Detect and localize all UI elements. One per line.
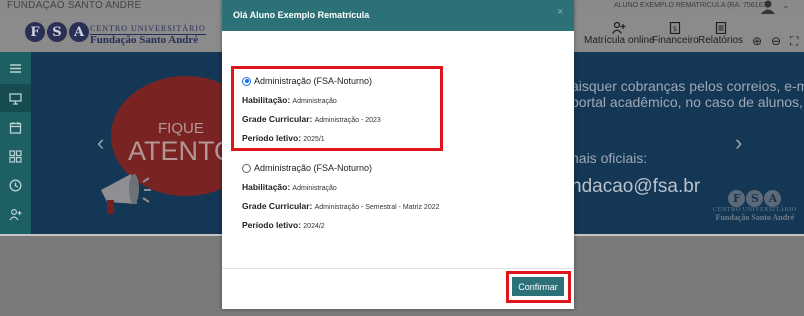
course-selection-modal: Olá Aluno Exemplo Rematrícula × Administ…	[222, 0, 574, 309]
user-name[interactable]: ALUNO EXEMPLO REMATRÍCULA (RA: 756163)	[614, 2, 769, 9]
sidebar-calendar[interactable]	[0, 113, 31, 141]
sidebar-clock[interactable]	[0, 171, 31, 199]
periodo-value: 2024/2	[303, 223, 325, 230]
menu-icon	[10, 63, 21, 73]
highlight-box-confirm	[506, 271, 571, 303]
calendar-icon	[9, 121, 22, 134]
dollar-doc-icon: $	[670, 22, 681, 34]
banner-logo: F S A CENTRO UNIVERSITÁRIO Fundação Sant…	[713, 190, 797, 222]
radio-course-2[interactable]	[242, 163, 251, 173]
logo-fsa: F S A	[25, 22, 89, 42]
banner-text-line-1: aisquer cobranças pelos correios, e-mail…	[571, 78, 804, 94]
nav-matricula-online[interactable]: Matrícula online	[584, 22, 655, 46]
course-option-2[interactable]: Administração (FSA-Noturno) Habilitação:…	[242, 163, 440, 230]
nav-financeiro[interactable]: $ Financeiro	[652, 22, 699, 46]
grid-icon	[9, 149, 22, 163]
carousel-next-icon[interactable]: ›	[735, 130, 742, 156]
banner-email: ndacao@fsa.br	[571, 176, 701, 197]
sidebar-user-add[interactable]	[0, 200, 31, 228]
modal-header: Olá Aluno Exemplo Rematrícula ×	[222, 0, 574, 31]
institution-name: FUNDAÇÃO SANTO ANDRÉ	[7, 0, 142, 11]
report-doc-icon	[715, 22, 726, 34]
carousel-prev-icon[interactable]: ‹	[97, 130, 104, 156]
nav-relatorios[interactable]: Relatórios	[698, 22, 743, 46]
grade-label: Grade Curricular:	[242, 201, 313, 211]
expand-icon[interactable]: ⛶	[790, 34, 798, 49]
sidebar-monitor[interactable]	[0, 84, 31, 112]
zoom-in-icon[interactable]: ⊕	[752, 34, 762, 48]
course-option-title: Administração (FSA-Noturno)	[254, 163, 373, 173]
user-plus-icon	[612, 22, 626, 34]
user-add-icon	[9, 208, 22, 220]
habilitacao-value: Administração	[292, 185, 337, 192]
banner-text-line-2: portal acadêmico, no caso de alunos, ou	[571, 94, 804, 110]
banner-text-oficiais: nais oficiais:	[571, 150, 648, 166]
svg-text:$: $	[673, 25, 677, 33]
highlight-box-selected-course	[231, 66, 443, 151]
periodo-label: Período letivo:	[242, 220, 302, 230]
sidebar-grid[interactable]	[0, 142, 31, 170]
clock-icon	[9, 179, 22, 191]
user-avatar-icon[interactable]	[760, 0, 776, 14]
close-icon[interactable]: ×	[557, 6, 563, 18]
sidebar	[0, 52, 31, 234]
monitor-icon	[9, 92, 22, 105]
habilitacao-label: Habilitação:	[242, 182, 291, 192]
sidebar-menu[interactable]	[0, 54, 31, 82]
megaphone-icon	[101, 174, 151, 214]
grade-value: Administração - Semestral - Matriz 2022	[314, 204, 440, 211]
modal-title: Olá Aluno Exemplo Rematrícula	[233, 10, 370, 20]
banner-fique: FIQUE	[158, 120, 204, 137]
logo-text: CENTRO UNIVERSITÁRIO Fundação Santo Andr…	[90, 24, 206, 46]
chevron-down-icon[interactable]: ⌄	[782, 0, 790, 11]
zoom-out-icon[interactable]: ⊖	[771, 34, 781, 48]
